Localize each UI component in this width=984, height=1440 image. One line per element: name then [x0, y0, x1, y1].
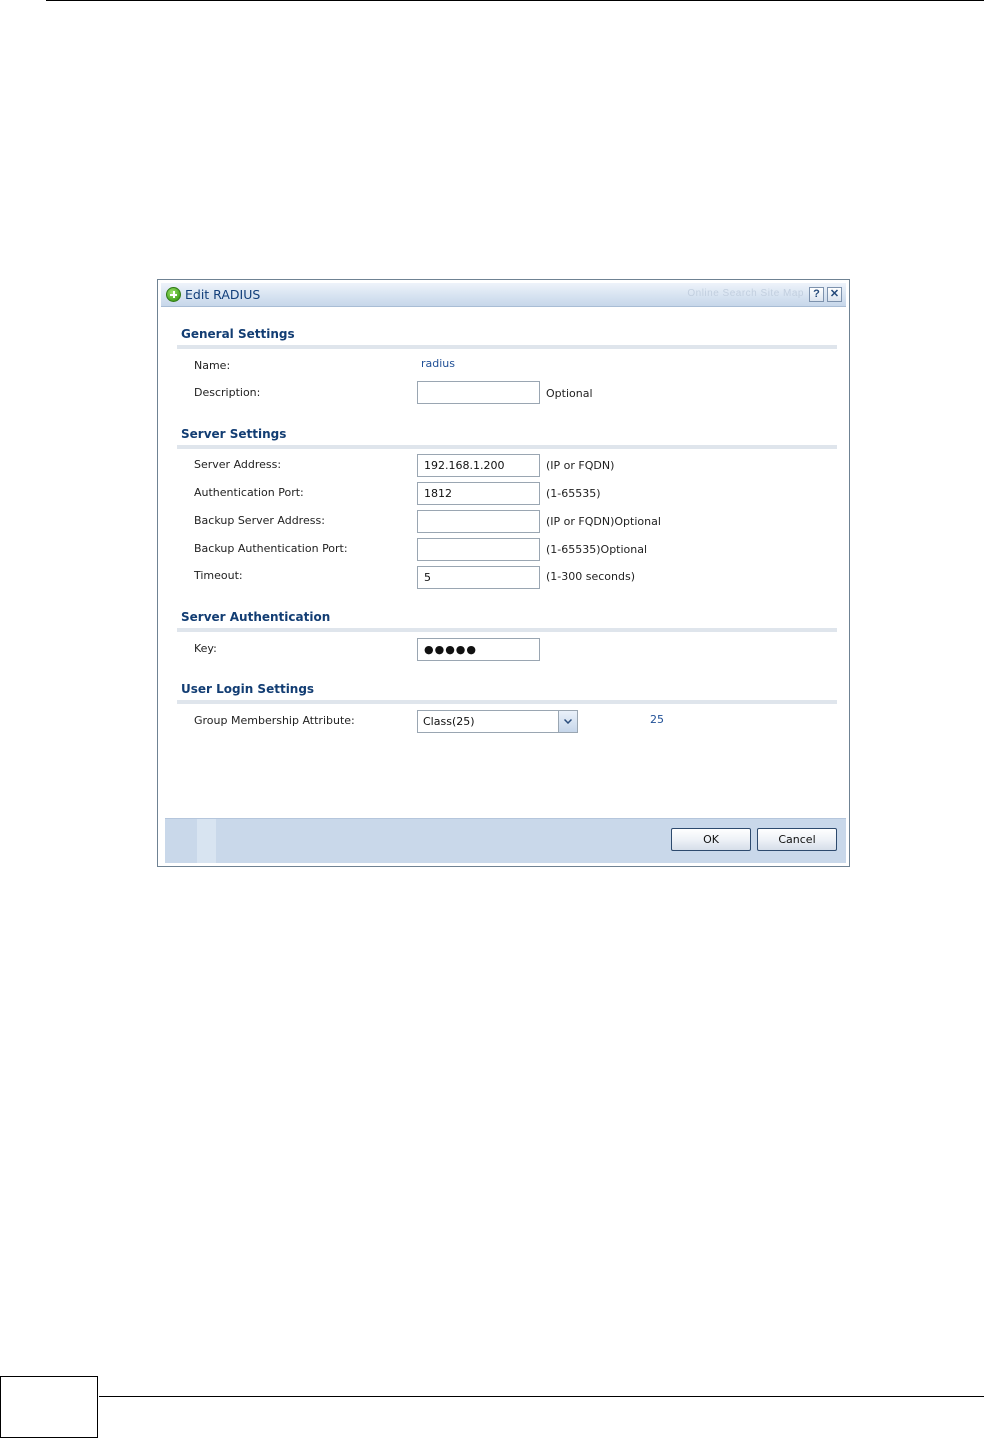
backup-auth-port-label: Backup Authentication Port: [194, 542, 348, 555]
footer-stripe [197, 819, 216, 863]
timeout-label: Timeout: [194, 569, 243, 582]
backup-server-address-hint: (IP or FQDN)Optional [546, 515, 661, 528]
auth-port-input[interactable] [417, 482, 540, 505]
section-divider [177, 345, 837, 349]
name-value: radius [421, 357, 456, 370]
edit-radius-dialog: Edit RADIUS Online Search Site Map ? ✕ G… [157, 279, 850, 867]
description-label: Description: [194, 386, 261, 399]
server-address-input[interactable] [417, 454, 540, 477]
add-icon [166, 287, 181, 302]
page-number-box [0, 1376, 98, 1438]
server-address-hint: (IP or FQDN) [546, 459, 615, 472]
backup-auth-port-input[interactable] [417, 538, 540, 561]
group-membership-value: 25 [650, 713, 664, 726]
user-login-settings-header: User Login Settings [181, 682, 315, 696]
section-divider [177, 445, 837, 449]
close-icon[interactable]: ✕ [827, 287, 842, 302]
description-hint: Optional [546, 387, 593, 400]
auth-port-label: Authentication Port: [194, 486, 304, 499]
group-membership-label: Group Membership Attribute: [194, 714, 355, 727]
dialog-title-bar[interactable]: Edit RADIUS Online Search Site Map ? ✕ [161, 283, 846, 307]
server-address-label: Server Address: [194, 458, 282, 471]
backup-auth-port-hint: (1-65535)Optional [546, 543, 648, 556]
backup-server-address-input[interactable] [417, 510, 540, 533]
description-input[interactable] [417, 381, 540, 404]
dialog-content: General Settings Name: radius Descriptio… [165, 308, 846, 820]
help-icon[interactable]: ? [809, 287, 824, 302]
page-top-rule [46, 0, 984, 1]
general-settings-header: General Settings [181, 327, 295, 341]
auth-port-hint: (1-65535) [546, 487, 601, 500]
group-membership-selected: Class(25) [423, 715, 475, 728]
chevron-down-icon[interactable] [558, 711, 577, 732]
dialog-title: Edit RADIUS [185, 287, 261, 302]
timeout-hint: (1-300 seconds) [546, 570, 636, 583]
server-settings-header: Server Settings [181, 427, 287, 441]
cancel-button[interactable]: Cancel [757, 828, 837, 851]
header-links: Online Search Site Map [687, 288, 804, 299]
ok-button[interactable]: OK [671, 828, 751, 851]
name-label: Name: [194, 359, 231, 372]
key-label: Key: [194, 642, 217, 655]
dialog-footer: OK Cancel [165, 818, 846, 863]
timeout-input[interactable] [417, 566, 540, 589]
backup-server-address-label: Backup Server Address: [194, 514, 325, 527]
section-divider [177, 628, 837, 632]
section-divider [177, 700, 837, 704]
page-bottom-rule [99, 1396, 984, 1397]
server-authentication-header: Server Authentication [181, 610, 331, 624]
key-input[interactable]: ●●●●● [417, 638, 540, 661]
group-membership-select[interactable]: Class(25) [417, 710, 578, 733]
